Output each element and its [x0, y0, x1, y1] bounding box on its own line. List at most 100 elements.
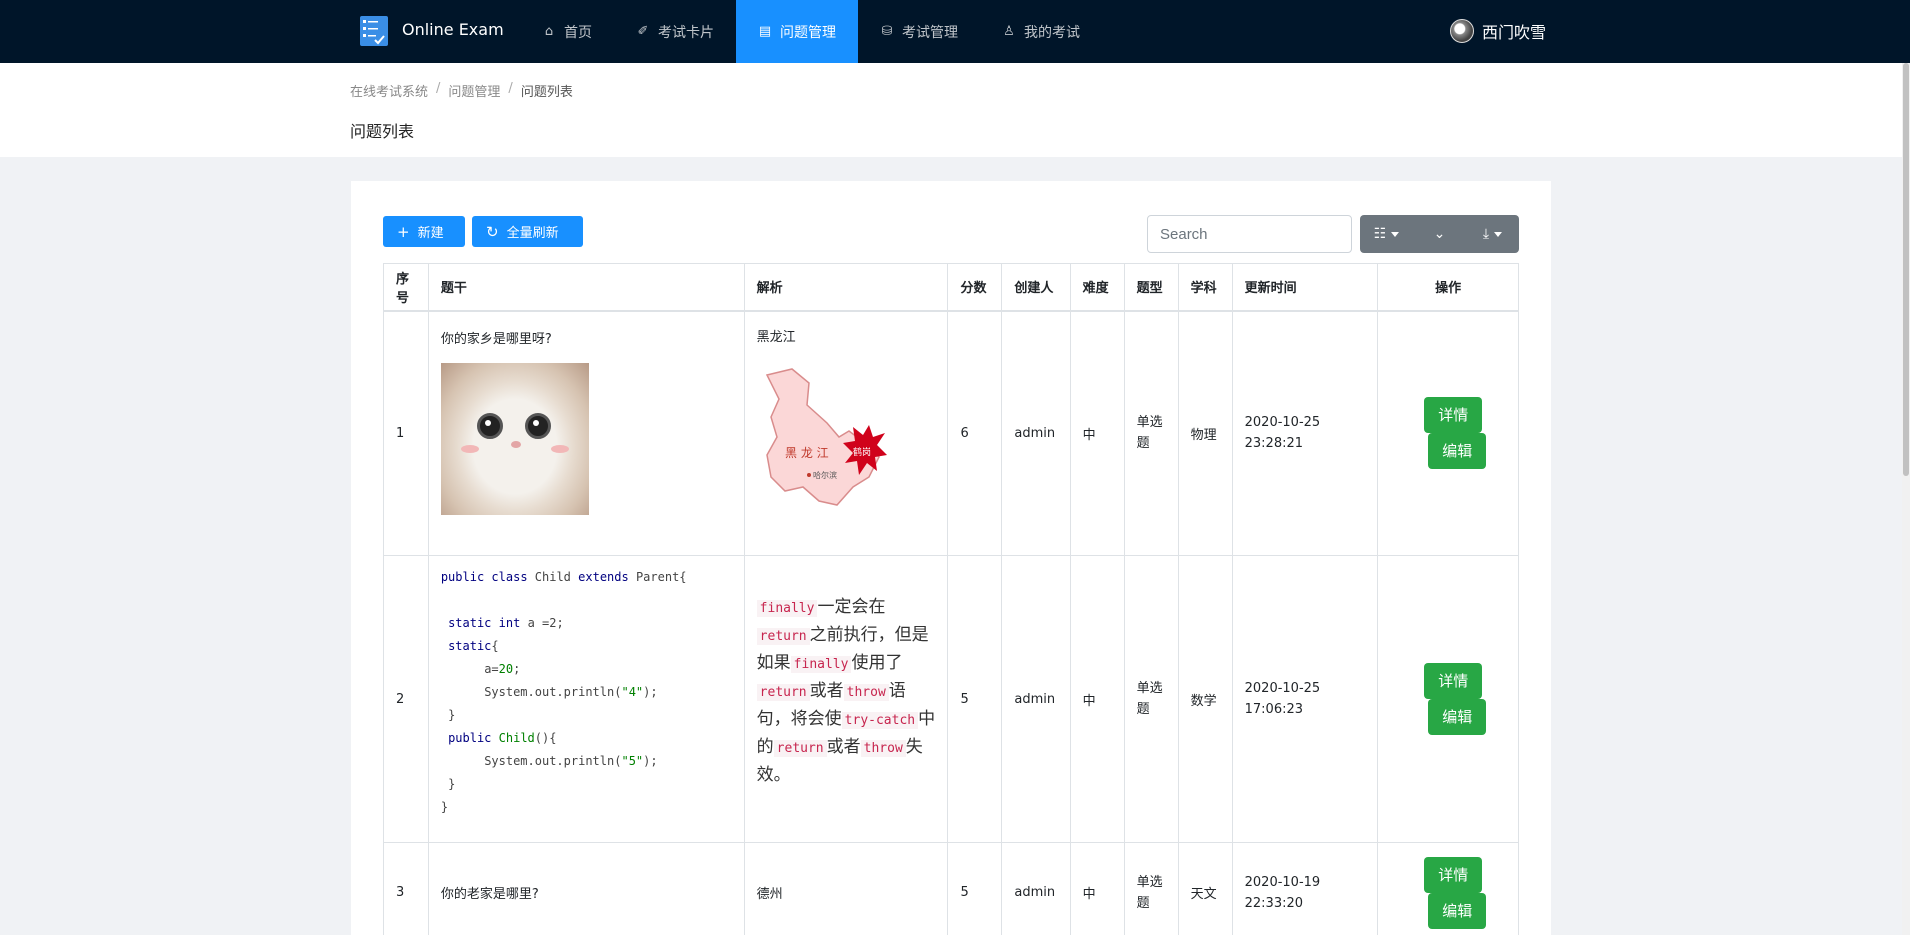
score-cell: 6	[947, 310, 1003, 556]
scrollbar-thumb[interactable]	[1903, 63, 1909, 476]
analysis-cell: finally 一定会在return 之前执行，但是如果 finally 使用了retu…	[743, 555, 949, 843]
table-header-row: 序号 题干 解析 分数 创建人 难度 题型 学科 更新时间 操作	[383, 263, 1519, 312]
nav-item-home[interactable]: ⌂ 首页	[520, 0, 614, 63]
cat-image	[440, 362, 589, 515]
chevron-down-icon: ⌄	[1433, 226, 1446, 242]
cat-blush	[550, 444, 569, 453]
question-table: 序号 题干 解析 分数 创建人 难度 题型 学科 更新时间 操作 1 你的家乡是…	[383, 263, 1519, 935]
column-header[interactable]: 创建人	[1001, 263, 1071, 312]
column-header[interactable]: 难度	[1069, 263, 1125, 312]
refresh-all-button[interactable]: ↻ 全量刷新	[472, 216, 583, 247]
breadcrumb-item[interactable]: 问题管理	[448, 81, 500, 100]
stem-cell: 你的家乡是哪里呀?	[427, 310, 745, 556]
nav-item-label: 首页	[564, 24, 592, 41]
app-logo-icon[interactable]	[360, 16, 388, 46]
updated-cell: 2020-10-19 22:33:20	[1231, 842, 1379, 935]
app-brand[interactable]: Online Exam	[402, 20, 504, 39]
nav-item-exam-cards[interactable]: ✐ 考试卡片	[614, 0, 736, 63]
detail-button[interactable]: 详情	[1424, 663, 1483, 699]
column-header[interactable]: 题干	[427, 263, 745, 312]
code-block: public class Child extends Parent{ stati…	[440, 570, 687, 814]
caret-down-icon	[1391, 231, 1400, 237]
actions-cell: 详情 编辑	[1377, 310, 1519, 556]
heilongjiang-map-image: 黑 龙 江 鹤岗 哈尔滨	[765, 367, 887, 506]
breadcrumb-separator: /	[436, 81, 441, 96]
question-icon: ▤	[758, 24, 772, 39]
actions-cell: 详情 编辑	[1377, 555, 1519, 843]
capital-marker	[806, 472, 811, 477]
download-icon: ⤓	[1482, 226, 1490, 242]
map-capital-label: 哈尔滨	[813, 470, 837, 480]
type-cell: 单选题	[1123, 555, 1179, 843]
plus-icon: +	[397, 222, 410, 241]
breadcrumb-item[interactable]: 在线考试系统	[350, 81, 428, 100]
analysis-cell: 德州	[743, 842, 949, 935]
cat-blush	[460, 444, 479, 453]
type-cell: 单选题	[1123, 310, 1179, 556]
user-menu[interactable]: 西门吹雪	[1450, 19, 1546, 43]
export-button[interactable]: ⤓	[1466, 215, 1519, 253]
caret-down-icon	[1494, 231, 1503, 237]
page-title: 问题列表	[350, 122, 415, 141]
difficulty-cell: 中	[1069, 555, 1125, 843]
subject-cell: 天文	[1177, 842, 1233, 935]
columns-toggle-button[interactable]: ☷	[1360, 215, 1413, 253]
subject-cell: 数学	[1177, 555, 1233, 843]
analysis-text: 黑龙江	[756, 329, 796, 345]
table-tools-group: ☷ ⌄ ⤓	[1360, 215, 1519, 253]
breadcrumb: 在线考试系统 / 问题管理 / 问题列表	[350, 81, 573, 100]
breadcrumb-item-current: 问题列表	[520, 85, 573, 100]
detail-button[interactable]: 详情	[1424, 856, 1483, 893]
page-scrollbar[interactable]	[1902, 63, 1910, 935]
difficulty-cell: 中	[1069, 842, 1125, 935]
exam-icon: ⛁	[881, 24, 893, 39]
cat-eye	[524, 412, 551, 439]
map-city-label: 鹤岗	[853, 446, 871, 458]
top-navbar: Online Exam ⌂ 首页 ✐ 考试卡片 ▤ 问题管理 ⛁ 考试管理 ♙ …	[0, 0, 1910, 63]
actions-cell: 详情 编辑	[1377, 842, 1519, 935]
column-header[interactable]: 题型	[1123, 263, 1179, 312]
edit-button[interactable]: 编辑	[1428, 699, 1487, 735]
nav-item-label: 我的考试	[1024, 24, 1080, 41]
creator-cell: admin	[1001, 555, 1071, 843]
table-row: 2 public class Child extends Parent{ sta…	[383, 555, 1519, 843]
column-header[interactable]: 解析	[743, 263, 949, 312]
column-header[interactable]: 序号	[383, 263, 429, 312]
detail-view-toggle-button[interactable]: ⌄	[1413, 215, 1466, 253]
nav-item-exam-management[interactable]: ⛁ 考试管理	[858, 0, 980, 63]
card-icon: ✐	[637, 24, 649, 39]
stem-text: 你的家乡是哪里呀?	[440, 331, 552, 347]
row-index: 2	[383, 555, 429, 843]
nav-item-my-exams[interactable]: ♙ 我的考试	[980, 0, 1102, 63]
subject-cell: 物理	[1177, 310, 1233, 556]
creator-cell: admin	[1001, 842, 1071, 935]
cat-nose	[510, 440, 521, 448]
updated-cell: 2020-10-25 23:28:21	[1231, 310, 1379, 556]
column-header[interactable]: 分数	[947, 263, 1003, 312]
refresh-button-label: 全量刷新	[506, 226, 559, 241]
main-nav: ⌂ 首页 ✐ 考试卡片 ▤ 问题管理 ⛁ 考试管理 ♙ 我的考试	[520, 0, 1102, 63]
list-icon: ☷	[1373, 226, 1387, 242]
type-cell: 单选题	[1123, 842, 1179, 935]
row-index: 1	[383, 310, 429, 556]
new-question-button[interactable]: + 新建	[383, 216, 465, 247]
breadcrumb-separator: /	[508, 81, 513, 96]
detail-button[interactable]: 详情	[1424, 397, 1483, 434]
nav-item-label: 问题管理	[780, 24, 836, 41]
column-header[interactable]: 更新时间	[1231, 263, 1379, 312]
column-header[interactable]: 操作	[1377, 263, 1519, 312]
table-row: 3 你的老家是哪里? 德州 5 admin 中 单选题 天文 2020-10-1…	[383, 842, 1519, 935]
search-input[interactable]	[1147, 215, 1352, 253]
edit-button[interactable]: 编辑	[1428, 433, 1487, 470]
stem-cell: 你的老家是哪里?	[427, 842, 745, 935]
edit-button[interactable]: 编辑	[1428, 892, 1487, 929]
table-row: 1 你的家乡是哪里呀? 黑龙江 黑 龙 江 鹤岗 哈尔滨 6 admin 中 单…	[383, 310, 1519, 556]
column-header[interactable]: 学科	[1177, 263, 1233, 312]
difficulty-cell: 中	[1069, 310, 1125, 556]
nav-item-question-management[interactable]: ▤ 问题管理	[736, 0, 858, 63]
row-index: 3	[383, 842, 429, 935]
new-button-label: 新建	[417, 226, 444, 241]
score-cell: 5	[947, 842, 1003, 935]
question-list-card: + 新建 ↻ 全量刷新 ☷ ⌄ ⤓ 序号 题干 解析 分数 创建人	[351, 181, 1551, 935]
analysis-cell: 黑龙江 黑 龙 江 鹤岗 哈尔滨	[743, 310, 949, 556]
